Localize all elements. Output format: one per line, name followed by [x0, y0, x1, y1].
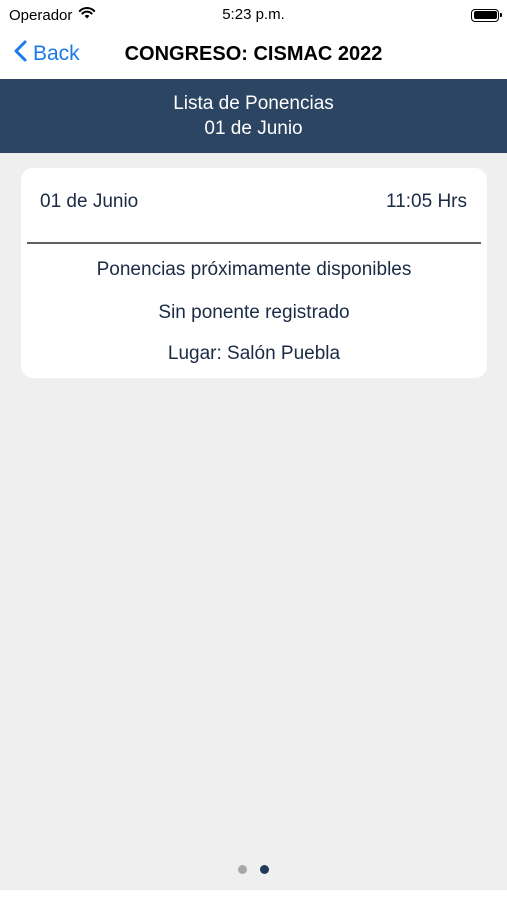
list-header-title: Lista de Ponencias — [173, 93, 334, 114]
page-dot-2[interactable] — [260, 865, 269, 874]
list-header: Lista de Ponencias 01 de Junio — [0, 79, 507, 153]
status-time: 5:23 p.m. — [222, 6, 285, 23]
page-indicator[interactable] — [0, 865, 507, 874]
battery-level — [473, 11, 497, 19]
session-title: Ponencias próximamente disponibles — [96, 259, 412, 280]
bottom-strip — [0, 890, 507, 900]
session-location: Lugar: Salón Puebla — [167, 343, 341, 364]
navigation-bar: Back CONGRESO: CISMAC 2022 — [0, 30, 507, 78]
content-area: 01 de Junio 11:05 Hrs Ponencias próximam… — [0, 153, 507, 890]
back-label: Back — [33, 42, 80, 65]
session-speaker: Sin ponente registrado — [158, 302, 350, 323]
session-date: 01 de Junio — [40, 191, 139, 212]
card-divider — [27, 242, 481, 244]
page-dot-1[interactable] — [238, 865, 247, 874]
session-card[interactable]: 01 de Junio 11:05 Hrs Ponencias próximam… — [21, 168, 487, 378]
back-button[interactable]: Back — [14, 40, 80, 68]
chevron-left-icon — [14, 40, 27, 68]
battery-icon — [471, 8, 502, 22]
status-bar: Operador 5:23 p.m. — [0, 0, 507, 30]
session-time: 11:05 Hrs — [386, 191, 467, 212]
list-header-date: 01 de Junio — [204, 118, 303, 139]
